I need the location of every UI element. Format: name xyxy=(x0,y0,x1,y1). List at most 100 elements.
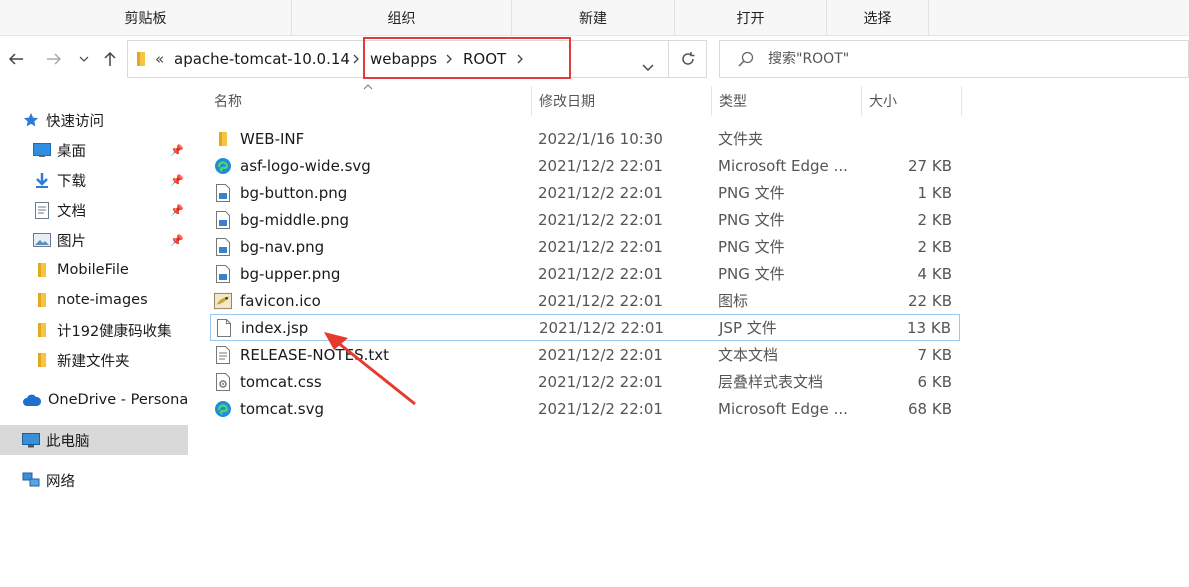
ribbon-group-organize[interactable]: 组织 xyxy=(292,0,512,36)
sidebar-item-label: note-images xyxy=(57,292,148,308)
sidebar-item-desktop[interactable]: 桌面 📌 xyxy=(0,135,188,165)
sidebar-item-label: 此电脑 xyxy=(46,433,90,450)
sidebar-item-note-images[interactable]: note-images xyxy=(0,285,188,315)
edge-icon xyxy=(214,399,232,419)
file-date: 2021/12/2 22:01 xyxy=(538,237,663,256)
search-input[interactable] xyxy=(768,51,1148,67)
address-history-dropdown[interactable] xyxy=(642,56,654,75)
forward-arrow-icon xyxy=(47,53,62,65)
file-type: PNG 文件 xyxy=(718,238,785,256)
file-date: 2021/12/2 22:01 xyxy=(539,318,664,337)
column-header-size[interactable]: 大小 xyxy=(862,86,962,116)
desktop-icon xyxy=(33,141,51,159)
file-row-web-inf[interactable]: WEB-INF 2022/1/16 10:30 文件夹 xyxy=(210,125,960,152)
pin-icon[interactable]: 📌 xyxy=(170,144,184,157)
image-file-icon xyxy=(214,237,232,257)
column-header-label: 修改日期 xyxy=(539,94,595,110)
chevron-down-icon xyxy=(79,56,89,62)
column-header-type[interactable]: 类型 xyxy=(712,86,862,116)
ribbon-group-label: 新建 xyxy=(579,11,607,27)
ribbon-group-open[interactable]: 打开 xyxy=(675,0,827,36)
file-size: 22 KB xyxy=(908,291,952,310)
file-name: tomcat.css xyxy=(240,372,322,391)
folder-icon xyxy=(33,321,51,339)
ribbon-group-bar: 剪贴板 组织 新建 打开 选择 xyxy=(0,0,1189,36)
address-overflow[interactable]: « xyxy=(155,41,164,77)
sidebar-item-label: OneDrive - Persona xyxy=(48,392,188,408)
column-header-label: 类型 xyxy=(719,94,747,110)
picture-icon xyxy=(33,231,51,249)
sidebar-item-network[interactable]: 网络 xyxy=(0,465,188,495)
file-type: 文件夹 xyxy=(718,130,764,148)
network-icon xyxy=(22,471,40,489)
file-type: Microsoft Edge ... xyxy=(718,399,848,418)
cloud-icon xyxy=(22,391,42,409)
file-type: 图标 xyxy=(718,292,749,310)
refresh-button[interactable] xyxy=(668,40,707,78)
ribbon-group-select[interactable]: 选择 xyxy=(827,0,929,36)
file-row-bg-middle[interactable]: bg-middle.png 2021/12/2 22:01 PNG 文件 2 K… xyxy=(210,206,960,233)
file-row-asf-logo-wide[interactable]: asf-logo-wide.svg 2021/12/2 22:01 Micros… xyxy=(210,152,960,179)
file-size: 68 KB xyxy=(908,399,952,418)
pin-icon[interactable]: 📌 xyxy=(170,234,184,247)
file-size: 4 KB xyxy=(917,264,952,283)
file-date: 2021/12/2 22:01 xyxy=(538,399,663,418)
folder-icon xyxy=(33,291,51,309)
breadcrumb-apache-tomcat[interactable]: apache-tomcat-10.0.14 xyxy=(174,41,350,77)
folder-icon xyxy=(134,50,148,72)
ribbon-group-new[interactable]: 新建 xyxy=(512,0,675,36)
column-header-name[interactable]: 名称 xyxy=(210,86,532,116)
file-name: bg-nav.png xyxy=(240,237,325,256)
pin-icon[interactable]: 📌 xyxy=(170,204,184,217)
file-size: 2 KB xyxy=(917,210,952,229)
pin-icon[interactable]: 📌 xyxy=(170,174,184,187)
ribbon-group-label: 组织 xyxy=(387,11,416,27)
recent-locations-button[interactable] xyxy=(74,44,94,74)
sidebar-item-pictures[interactable]: 图片 📌 xyxy=(0,225,188,255)
search-box[interactable] xyxy=(719,40,1189,78)
file-type: 层叠样式表文档 xyxy=(718,373,824,391)
sidebar-item-quick-access[interactable]: 快速访问 xyxy=(0,105,188,135)
file-name: index.jsp xyxy=(241,318,309,337)
ribbon-group-label: 打开 xyxy=(736,11,765,27)
file-size: 6 KB xyxy=(917,372,952,391)
file-date: 2021/12/2 22:01 xyxy=(538,210,663,229)
download-icon xyxy=(33,171,51,189)
computer-icon xyxy=(22,431,40,449)
breadcrumb-separator-icon[interactable] xyxy=(353,41,360,77)
sidebar-item-this-pc[interactable]: 此电脑 xyxy=(0,425,188,455)
ribbon-group-label: 选择 xyxy=(863,11,892,27)
forward-button[interactable] xyxy=(42,44,66,74)
file-name: WEB-INF xyxy=(240,129,305,148)
sidebar-item-label: 快速访问 xyxy=(46,113,104,130)
file-type: 文本文档 xyxy=(718,346,779,364)
file-name-cell: bg-nav.png xyxy=(214,233,324,260)
up-button[interactable] xyxy=(100,44,120,74)
file-name-cell: tomcat.css xyxy=(214,368,322,395)
sidebar-item-label: 计192健康码收集 xyxy=(57,323,172,340)
sidebar-item-onedrive[interactable]: OneDrive - Persona xyxy=(0,385,188,415)
file-row-bg-button[interactable]: bg-button.png 2021/12/2 22:01 PNG 文件 1 K… xyxy=(210,179,960,206)
file-type: PNG 文件 xyxy=(718,184,785,202)
sidebar-item-mobilefile[interactable]: MobileFile xyxy=(0,255,188,285)
folder-icon xyxy=(33,261,51,279)
file-row-bg-nav[interactable]: bg-nav.png 2021/12/2 22:01 PNG 文件 2 KB xyxy=(210,233,960,260)
sidebar-item-label: MobileFile xyxy=(57,262,129,278)
sidebar-item-documents[interactable]: 文档 📌 xyxy=(0,195,188,225)
file-date: 2021/12/2 22:01 xyxy=(538,345,663,364)
file-row-favicon[interactable]: favicon.ico 2021/12/2 22:01 图标 22 KB xyxy=(210,287,960,314)
file-date: 2021/12/2 22:01 xyxy=(538,156,663,175)
back-arrow-icon xyxy=(8,53,23,65)
sidebar-item-downloads[interactable]: 下载 📌 xyxy=(0,165,188,195)
sidebar-item-new-folder[interactable]: 新建文件夹 xyxy=(0,345,188,375)
sidebar-item-label: 桌面 xyxy=(57,143,86,160)
file-row-bg-upper[interactable]: bg-upper.png 2021/12/2 22:01 PNG 文件 4 KB xyxy=(210,260,960,287)
sidebar-item-health-code[interactable]: 计192健康码收集 xyxy=(0,315,188,345)
file-name: tomcat.svg xyxy=(240,399,324,418)
file-date: 2021/12/2 22:01 xyxy=(538,183,663,202)
column-header-date[interactable]: 修改日期 xyxy=(532,86,712,116)
file-size: 27 KB xyxy=(908,156,952,175)
back-button[interactable] xyxy=(4,44,28,74)
file-name-cell: bg-button.png xyxy=(214,179,347,206)
ribbon-group-clipboard[interactable]: 剪贴板 xyxy=(0,0,292,36)
